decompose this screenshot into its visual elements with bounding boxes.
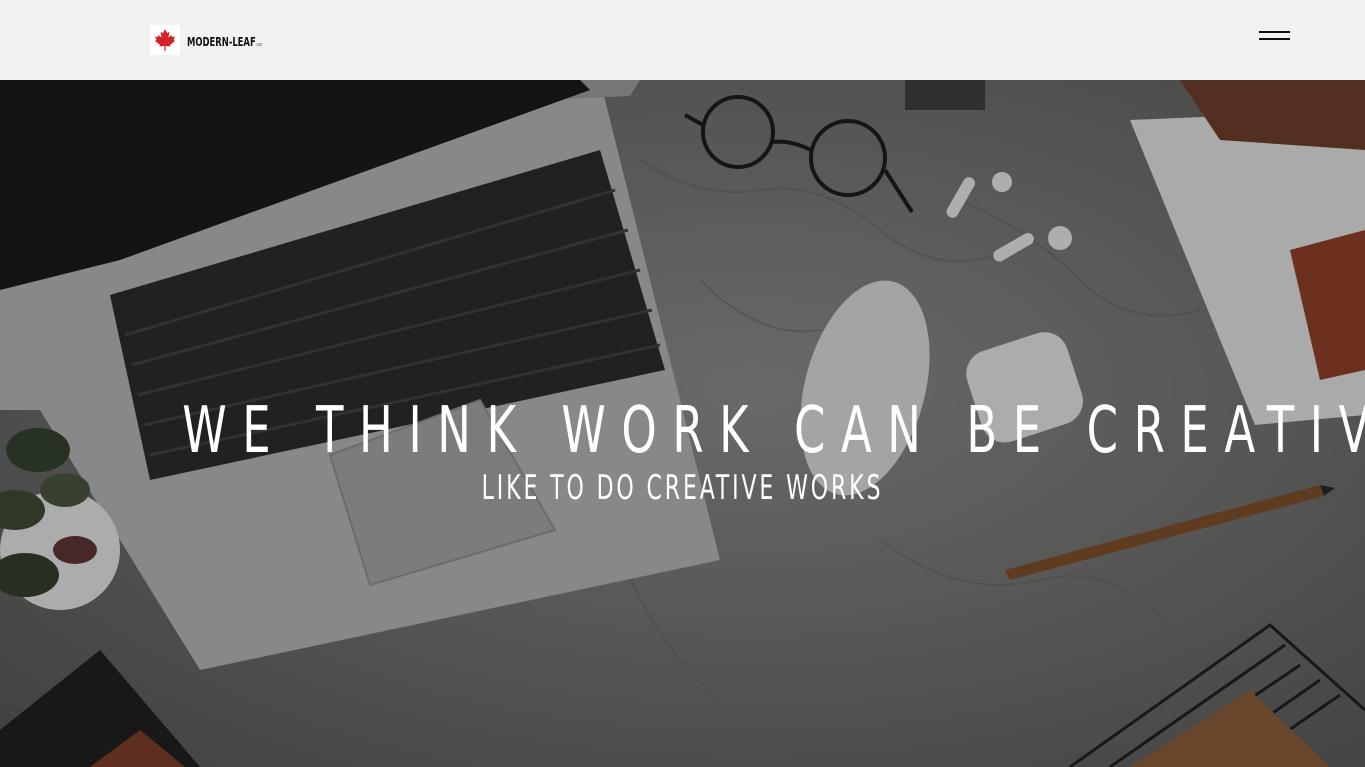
site-header: MODERN-LEAFsso bbox=[0, 0, 1365, 80]
menu-line-top bbox=[1259, 31, 1290, 33]
hero-title: WE THINK WORK CAN BE CREATIVE bbox=[182, 394, 1365, 468]
hamburger-menu-icon[interactable] bbox=[1259, 31, 1291, 49]
logo-suffix: sso bbox=[256, 41, 263, 48]
hero-headline: WE THINK WORK CAN BE CREATIVE LIKE TO DO… bbox=[0, 391, 1365, 511]
logo-name: MODERN-LEAF bbox=[187, 34, 256, 49]
hero-section: WE THINK WORK CAN BE CREATIVE LIKE TO DO… bbox=[0, 80, 1365, 767]
site-logo[interactable]: MODERN-LEAFsso bbox=[150, 25, 284, 55]
hero-subtitle: LIKE TO DO CREATIVE WORKS bbox=[481, 468, 884, 508]
menu-line-bottom bbox=[1259, 38, 1290, 40]
maple-leaf-icon bbox=[150, 25, 180, 55]
logo-text: MODERN-LEAFsso bbox=[187, 35, 262, 49]
